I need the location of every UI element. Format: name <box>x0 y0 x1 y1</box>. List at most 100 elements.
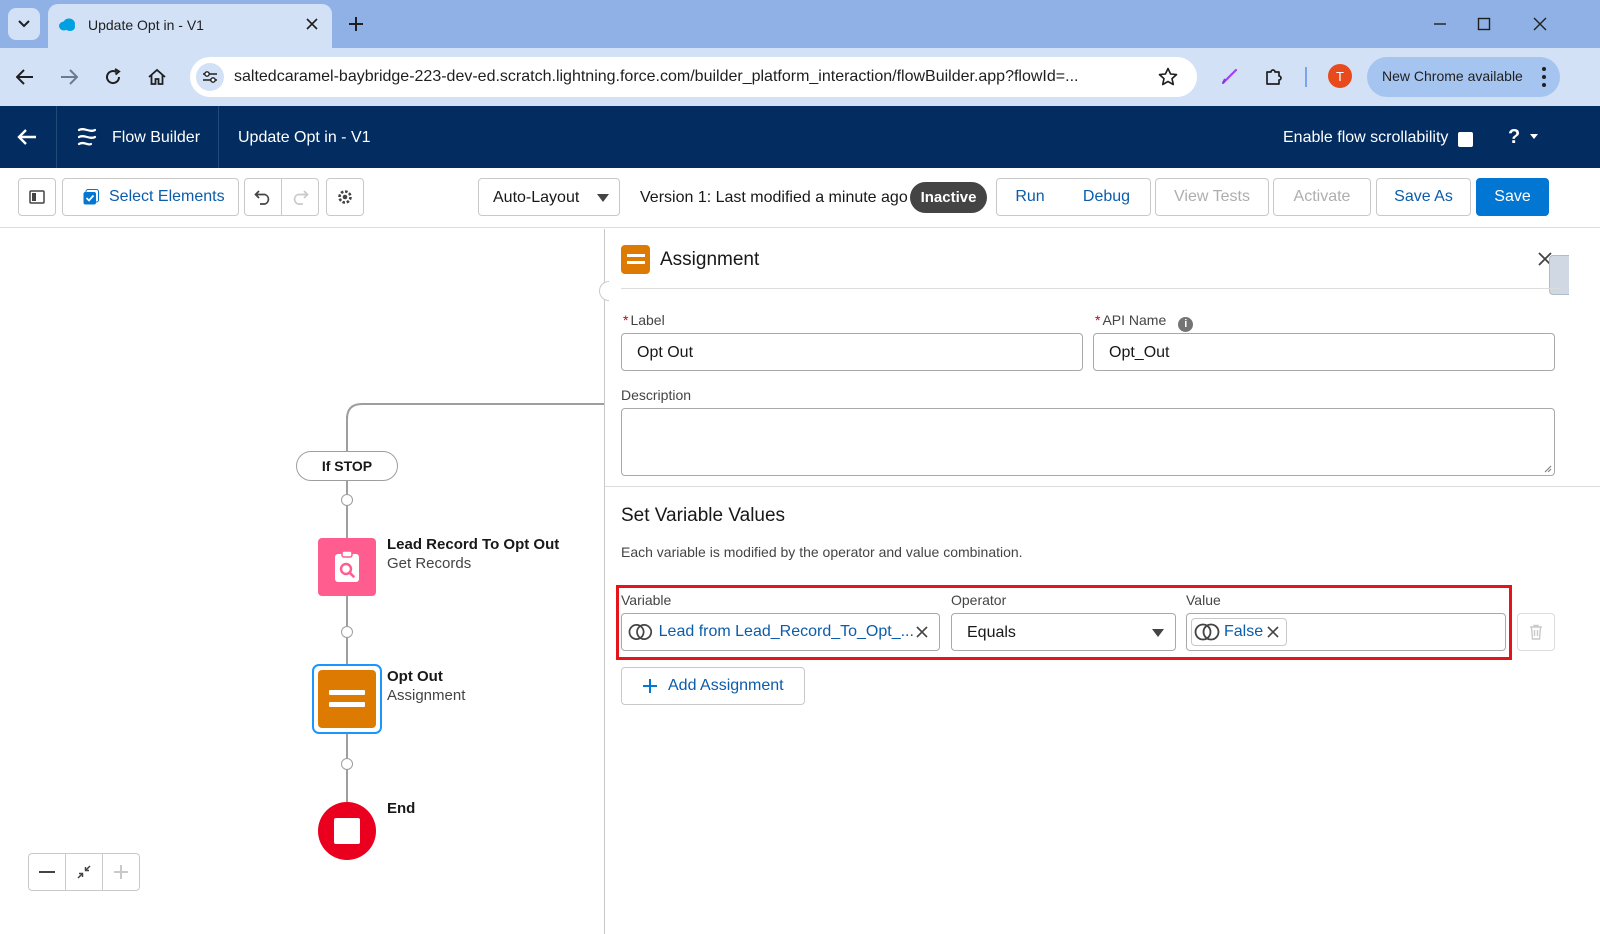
variable-pill[interactable]: Lead from Lead_Record_To_Opt_... <box>626 618 935 646</box>
tab-search-button[interactable] <box>8 8 40 40</box>
stop-icon <box>334 818 360 844</box>
extensions-puzzle-icon[interactable] <box>1262 64 1286 88</box>
layout-select[interactable]: Auto-Layout <box>478 178 620 216</box>
contract-icon <box>77 865 91 879</box>
flow-builder-header: Flow Builder Update Opt in - V1 Enable f… <box>0 106 1600 168</box>
scrollability-checkbox[interactable] <box>1458 132 1473 147</box>
toggle-panel-button[interactable] <box>18 178 56 216</box>
decision-outcome-pill[interactable]: If STOP <box>296 451 398 481</box>
minimize-icon <box>1434 23 1446 25</box>
minimize-button[interactable] <box>1428 12 1452 36</box>
add-element-dot[interactable] <box>341 758 353 770</box>
equals-icon <box>329 690 365 707</box>
value-pill[interactable]: False <box>1191 618 1287 646</box>
undo-button[interactable] <box>244 178 282 216</box>
label-input[interactable]: Opt Out <box>621 333 1083 371</box>
back-to-setup-button[interactable] <box>14 124 40 150</box>
plus-icon <box>643 679 657 693</box>
select-elements-button[interactable]: Select Elements <box>62 178 239 216</box>
assignment-icon <box>621 245 650 274</box>
panel-title: Assignment <box>660 249 760 270</box>
variable-input[interactable]: Lead from Lead_Record_To_Opt_... <box>621 613 940 651</box>
new-chrome-button[interactable]: New Chrome available <box>1367 57 1560 97</box>
node-title: Lead Record To Opt Out <box>387 536 560 553</box>
bookmark-star-icon[interactable] <box>1157 66 1179 88</box>
header-divider <box>56 106 57 168</box>
address-bar[interactable]: saltedcaramel-baybridge-223-dev-ed.scrat… <box>190 57 1197 97</box>
fit-to-view-button[interactable] <box>65 853 103 891</box>
checkbox-checked-icon <box>83 189 99 205</box>
panel-edge-tab[interactable] <box>1549 255 1569 295</box>
arrow-left-icon <box>17 129 36 145</box>
plus-icon <box>349 17 363 31</box>
save-as-button[interactable]: Save As <box>1376 178 1471 216</box>
operator-select[interactable]: Equals <box>951 613 1176 651</box>
kebab-menu-icon[interactable] <box>1540 67 1548 87</box>
redo-icon <box>293 190 309 205</box>
new-tab-button[interactable] <box>344 12 368 36</box>
value-label: Value <box>1186 592 1221 608</box>
clear-variable-icon[interactable] <box>914 623 931 641</box>
connector-line <box>346 416 348 452</box>
node-title: Opt Out <box>387 668 443 685</box>
profile-avatar[interactable]: T <box>1328 64 1352 88</box>
forward-button[interactable] <box>56 64 82 90</box>
label-input-value: Opt Out <box>637 344 694 361</box>
value-value: False <box>1224 623 1264 640</box>
back-button[interactable] <box>12 64 38 90</box>
info-icon[interactable]: i <box>1178 316 1194 332</box>
help-caret-icon[interactable] <box>1530 134 1538 139</box>
version-text: Version 1: Last modified a minute ago <box>640 189 908 206</box>
home-icon <box>148 68 166 85</box>
node-subtitle: Get Records <box>387 555 472 572</box>
assignment-node[interactable] <box>318 670 376 728</box>
value-input[interactable]: False <box>1186 613 1506 651</box>
zoom-in-button[interactable] <box>102 853 140 891</box>
view-tests-button[interactable]: View Tests <box>1155 178 1269 216</box>
get-records-node[interactable] <box>318 538 376 596</box>
help-button[interactable]: ? <box>1508 126 1520 149</box>
add-element-dot[interactable] <box>341 494 353 506</box>
url-text[interactable]: saltedcaramel-baybridge-223-dev-ed.scrat… <box>234 68 1146 86</box>
end-node[interactable] <box>318 802 376 860</box>
description-textarea[interactable] <box>621 408 1555 476</box>
maximize-button[interactable] <box>1472 12 1496 36</box>
settings-button[interactable] <box>326 178 364 216</box>
assignment-panel: Assignment * Label Opt Out * API Name i Opt… <box>599 229 1600 934</box>
layout-select-value: Auto-Layout <box>493 189 580 206</box>
save-button[interactable]: Save <box>1476 178 1549 216</box>
run-button[interactable]: Run <box>996 178 1064 216</box>
zoom-out-button[interactable] <box>28 853 66 891</box>
salesforce-cloud-icon <box>59 18 75 31</box>
flow-canvas[interactable]: If STOP Lead Record To Opt Out Get Recor… <box>0 229 606 934</box>
home-button[interactable] <box>144 64 170 90</box>
site-info-button[interactable] <box>196 63 224 91</box>
builder-toolbar: Select Elements Auto-Layout Version 1: L… <box>0 168 1600 228</box>
tab-close-icon[interactable] <box>302 14 322 34</box>
add-element-dot[interactable] <box>341 626 353 638</box>
variable-icon <box>1194 623 1220 641</box>
window-close-button[interactable] <box>1528 12 1552 36</box>
add-assignment-button[interactable]: Add Assignment <box>621 667 805 705</box>
chevron-down-icon <box>597 194 609 202</box>
reload-button[interactable] <box>100 64 126 90</box>
undo-icon <box>254 190 270 205</box>
section-description: Each variable is modified by the operato… <box>621 544 1023 560</box>
api-name-input[interactable]: Opt_Out <box>1093 333 1555 371</box>
debug-button[interactable]: Debug <box>1063 178 1151 216</box>
scrollability-label: Enable flow scrollability <box>1283 129 1449 146</box>
clear-value-icon[interactable] <box>1264 623 1282 641</box>
zoom-controls <box>28 853 140 891</box>
variable-icon <box>628 624 653 640</box>
delete-assignment-button[interactable] <box>1517 613 1555 651</box>
section-title: Set Variable Values <box>621 505 786 526</box>
reload-icon <box>106 68 121 85</box>
arrow-right-icon <box>61 69 78 85</box>
pen-extension-icon[interactable] <box>1218 64 1242 88</box>
browser-tab[interactable]: Update Opt in - V1 <box>48 4 332 48</box>
redo-button[interactable] <box>281 178 319 216</box>
activate-button[interactable]: Activate <box>1273 178 1371 216</box>
plus-icon <box>114 865 128 879</box>
close-icon <box>1533 17 1547 31</box>
tune-icon <box>203 71 217 83</box>
